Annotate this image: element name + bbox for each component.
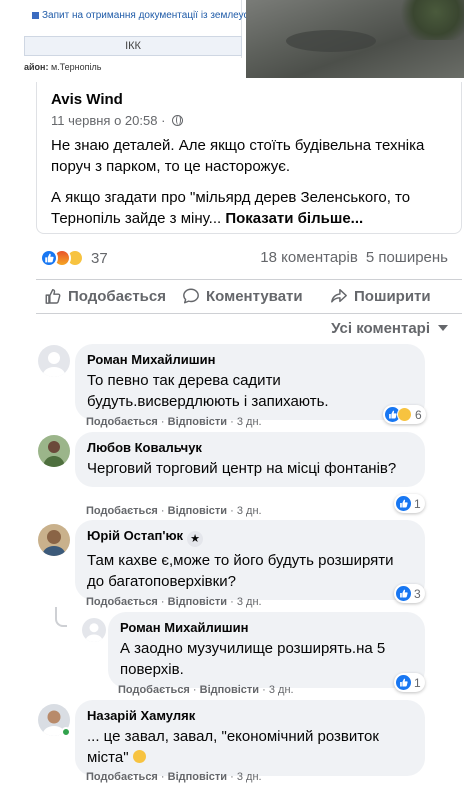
comment-text: Там кахве є,може то його будуть розширят… <box>87 552 394 590</box>
comment-actions: Подобається · Відповісти · 3 дн. <box>86 771 262 783</box>
comment-time[interactable]: 3 дн. <box>269 684 294 696</box>
divider <box>36 313 462 314</box>
post-text-paragraph-2: А якщо згадати про "мільярд дерев Зеленс… <box>51 189 411 227</box>
comment-like-link[interactable]: Подобається <box>86 416 158 428</box>
user-photo-icon <box>38 435 70 467</box>
top-fan-star-icon: ★ <box>187 531 204 547</box>
post-stats: 18 коментарів 5 поширень <box>260 249 448 266</box>
see-more-link[interactable]: Показати більше... <box>225 210 363 227</box>
post-text-paragraph-1: Не знаю деталей. Але якщо стоїть будівел… <box>51 137 425 175</box>
avatar[interactable] <box>82 618 106 642</box>
comment-text: Черговий торговий центр на місці фонтані… <box>87 460 397 477</box>
comment-reply-link[interactable]: Відповісти <box>200 684 259 696</box>
comment-reaction-badge[interactable]: 6 <box>383 405 426 424</box>
comment-reply-link[interactable]: Відповісти <box>168 505 227 517</box>
user-photo-icon <box>38 524 70 556</box>
comment-author[interactable]: Роман Михайлишин <box>120 620 413 635</box>
comment-icon <box>183 288 199 304</box>
comment-button[interactable]: Коментувати <box>182 284 303 308</box>
default-avatar-icon <box>82 618 106 642</box>
comment-filter-dropdown[interactable]: Усі коментарі <box>331 320 448 337</box>
comment-actions: Подобається · Відповісти · 3 дн. <box>86 596 262 608</box>
reply-bubble: Роман Михайлишин А заодно музучилище роз… <box>108 612 425 688</box>
comment-reaction-badge[interactable]: 1 <box>394 673 425 692</box>
document-icon <box>32 11 39 19</box>
comment-like-link[interactable]: Подобається <box>86 505 158 517</box>
like-reaction-icon <box>396 496 411 511</box>
like-reaction-icon <box>396 586 411 601</box>
comment-reaction-badge[interactable]: 3 <box>394 584 425 603</box>
like-button[interactable]: Подобається <box>44 284 166 308</box>
comment-author[interactable]: Назарій Хамуляк <box>87 708 413 723</box>
reply-thread-line <box>55 607 67 627</box>
ikk-button: ІКК <box>24 36 242 56</box>
comment-text: То певно так дерева садити будуть.висвер… <box>87 372 329 410</box>
comment-actions: Подобається · Відповісти · 3 дн. <box>118 684 294 696</box>
comment-reply-link[interactable]: Відповісти <box>168 596 227 608</box>
like-reaction-icon <box>40 249 58 267</box>
online-status-indicator <box>61 727 71 737</box>
comment-like-link[interactable]: Подобається <box>86 771 158 783</box>
comment-text: ... це завал, завал, "економічний розвит… <box>87 728 379 766</box>
chevron-down-icon <box>438 325 448 331</box>
comment-author[interactable]: Роман Михайлишин <box>87 352 413 367</box>
default-avatar-icon <box>38 345 70 377</box>
post-meta: 11 червня о 20:58 · <box>51 113 184 128</box>
divider <box>36 279 462 280</box>
comment-count[interactable]: 18 коментарів <box>260 249 358 266</box>
comment-time[interactable]: 3 дн. <box>237 505 262 517</box>
region-line: айон: м.Тернопіль <box>24 62 102 72</box>
share-icon <box>331 288 347 303</box>
document-title: Запит на отримання документації із земле… <box>32 10 272 21</box>
comment-like-link[interactable]: Подобається <box>118 684 190 696</box>
pensive-emoji-icon <box>132 750 146 763</box>
avatar[interactable] <box>38 435 70 467</box>
reactions-summary[interactable]: 37 <box>40 248 108 268</box>
comment-bubble: Роман Михайлишин То певно так дерева сад… <box>75 344 425 420</box>
comment-text: А заодно музучилище розширять.на 5 повер… <box>120 640 386 678</box>
globe-icon <box>172 115 184 126</box>
comment-author[interactable]: Юрій Остап'юк ★ <box>87 528 413 547</box>
like-reaction-icon <box>396 675 411 690</box>
comment-time[interactable]: 3 дн. <box>237 771 262 783</box>
comment-like-link[interactable]: Подобається <box>86 596 158 608</box>
post-date[interactable]: 11 червня о 20:58 <box>51 113 157 128</box>
comment-bubble: Любов Ковальчук Черговий торговий центр … <box>75 432 425 487</box>
photo-puddle <box>286 30 376 52</box>
comment-time[interactable]: 3 дн. <box>237 596 262 608</box>
comment-actions: Подобається · Відповісти · 3 дн. <box>86 505 262 517</box>
comment-bubble: Юрій Остап'юк ★ Там кахве є,може то його … <box>75 520 425 600</box>
comment-reaction-badge[interactable]: 1 <box>394 494 425 513</box>
photo-foliage <box>394 0 464 40</box>
comment-time[interactable]: 3 дн. <box>237 416 262 428</box>
comment-author[interactable]: Любов Ковальчук <box>87 440 413 455</box>
photo-thumbnail[interactable] <box>246 0 464 78</box>
shared-post-card[interactable]: Avis Wind 11 червня о 20:58 · Не знаю де… <box>36 82 462 234</box>
avatar[interactable] <box>38 345 70 377</box>
haha-reaction-icon <box>397 407 412 422</box>
comment-actions: Подобається · Відповісти · 3 дн. <box>86 416 262 428</box>
reaction-count[interactable]: 37 <box>91 250 108 267</box>
share-button[interactable]: Поширити <box>330 284 431 308</box>
thumbs-up-icon <box>45 288 61 304</box>
comment-bubble: Назарій Хамуляк ... це завал, завал, "ек… <box>75 700 425 776</box>
share-count[interactable]: 5 поширень <box>366 249 448 266</box>
comment-reply-link[interactable]: Відповісти <box>168 771 227 783</box>
comment-reply-link[interactable]: Відповісти <box>168 416 227 428</box>
document-thumbnail: Запит на отримання документації із земле… <box>24 0 272 58</box>
post-author[interactable]: Avis Wind <box>51 91 123 108</box>
avatar[interactable] <box>38 524 70 556</box>
shared-attachment-preview[interactable]: Запит на отримання документації із земле… <box>0 0 468 82</box>
